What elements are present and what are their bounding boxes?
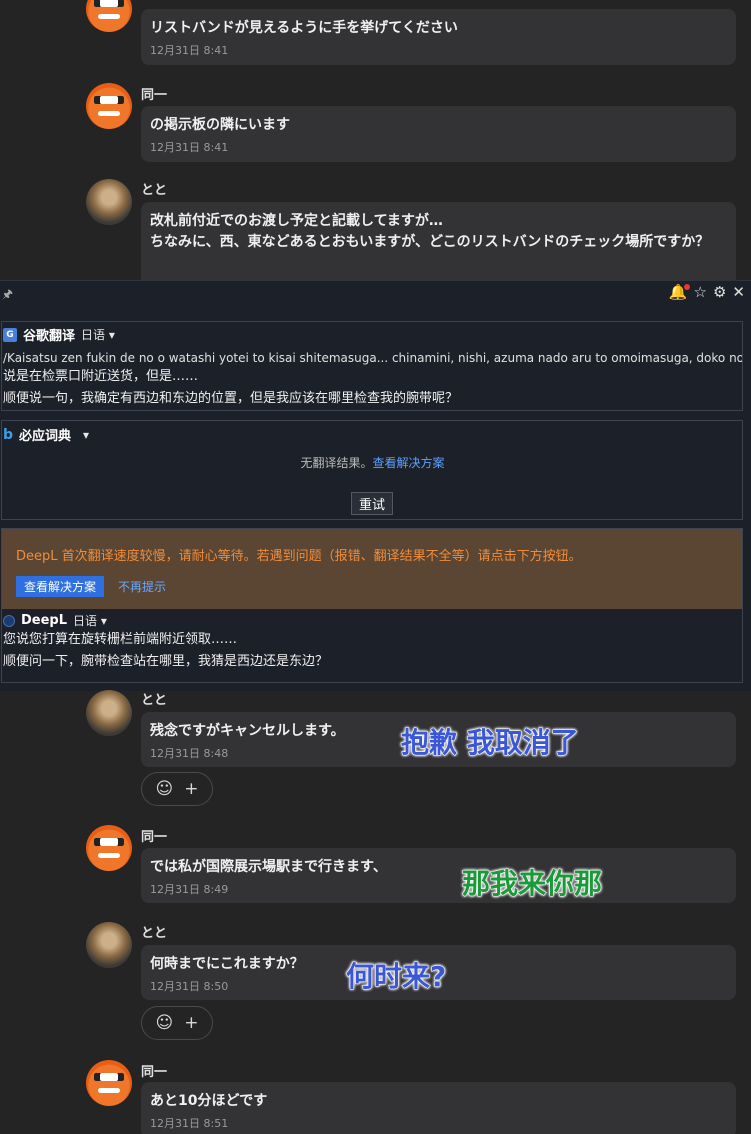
deepl-panel: DeepL 首次翻译速度较慢，请耐心等待。若遇到问题（报错、翻译结果不全等）请点… xyxy=(1,528,743,683)
add-reaction-icon[interactable]: + xyxy=(184,779,198,799)
add-reaction-icon[interactable]: + xyxy=(184,1013,198,1033)
romanization-text: /Kaisatsu zen fukin de no o watashi yote… xyxy=(3,351,742,365)
popup-toolbar: 🖈 🔔 ☆ ⚙ ✕ xyxy=(0,281,751,307)
deepl-notice-text: DeepL 首次翻译速度较慢，请耐心等待。若遇到问题（报错、翻译结果不全等）请点… xyxy=(16,549,582,564)
message-author[interactable]: 同一 xyxy=(141,84,167,103)
no-result-text: 无翻译结果。 xyxy=(300,456,373,470)
language-select[interactable]: 日语 ▾ xyxy=(81,326,115,343)
handwritten-annotation: 何时来? xyxy=(345,960,447,994)
message-text: の掲示板の隣にいます xyxy=(150,117,290,133)
avatar[interactable] xyxy=(86,922,132,968)
reaction-bar: ☺ + xyxy=(141,772,213,806)
reaction-bar: ☺ + xyxy=(141,1006,213,1040)
language-select[interactable]: 日语 ▾ xyxy=(73,612,107,629)
translation-line: 顺便问一下，腕带检查站在哪里，我猜是西边还是东边？ xyxy=(3,654,329,669)
deepl-icon xyxy=(3,614,15,627)
message-time: 12月31日 8:51 xyxy=(150,1117,229,1130)
pin-icon[interactable]: 🖈 xyxy=(2,285,13,306)
bing-dictionary-panel: b 必应词典 ▾ 无翻译结果。查看解决方案 重试 xyxy=(1,420,743,520)
translation-line: 顺便说一句，我确定有西边和东边的位置，但是我应该在哪里检查我的腕带呢？ xyxy=(3,391,459,406)
retry-button[interactable]: 重试 xyxy=(351,492,394,515)
message-time: 12月31日 8:49 xyxy=(150,883,229,896)
gear-icon[interactable]: ⚙ xyxy=(713,283,726,301)
avatar[interactable] xyxy=(86,83,132,129)
avatar[interactable] xyxy=(86,179,132,225)
message-bubble: 改札前付近でのお渡し予定と記載してますが… ちなみに、西、東などあるとおもいます… xyxy=(141,202,736,292)
message-bubble: リストバンドが見えるように手を挙げてください 12月31日 8:41 xyxy=(141,9,736,65)
message-author[interactable]: 同一 xyxy=(141,826,167,845)
handwritten-annotation: 抱歉 我取消了 xyxy=(401,726,580,760)
google-translate-icon: G xyxy=(3,327,17,342)
bell-icon[interactable]: 🔔 xyxy=(669,283,690,301)
message-author[interactable]: とと xyxy=(141,689,167,708)
bing-title: 必应词典 xyxy=(19,429,72,444)
chevron-down-icon[interactable]: ▾ xyxy=(83,428,89,442)
handwritten-annotation: 那我来你那 xyxy=(461,867,603,901)
google-translate-panel: G 谷歌翻译 日语 ▾ /Kaisatsu zen fukin de no o … xyxy=(1,321,743,411)
translation-line: 说是在检票口附近送货，但是…… xyxy=(3,369,199,384)
message-time: 12月31日 8:41 xyxy=(150,44,229,57)
dont-show-again-link[interactable]: 不再提示 xyxy=(118,578,166,595)
emoji-icon[interactable]: ☺ xyxy=(156,779,174,799)
avatar[interactable] xyxy=(86,0,132,32)
avatar[interactable] xyxy=(86,690,132,736)
avatar[interactable] xyxy=(86,825,132,871)
star-icon[interactable]: ☆ xyxy=(694,283,707,301)
translation-line: 您说您打算在旋转栅栏前端附近领取…… xyxy=(3,632,238,647)
message-author[interactable]: 同一 xyxy=(141,1061,167,1080)
message-text: あと10分ほどです xyxy=(150,1093,268,1109)
message-bubble: では私が国際展示場駅まで行きます、 12月31日 8:49 xyxy=(141,848,736,903)
translation-popup: 🖈 🔔 ☆ ⚙ ✕ G 谷歌翻译 日语 ▾ /Kaisatsu zen fuki… xyxy=(0,280,751,691)
google-translate-title: 谷歌翻译 xyxy=(23,329,76,344)
message-bubble: の掲示板の隣にいます 12月31日 8:41 xyxy=(141,106,736,162)
message-text: 改札前付近でのお渡し予定と記載してますが… ちなみに、西、東などあるとおもいます… xyxy=(150,213,710,250)
message-text: リストバンドが見えるように手を挙げてください xyxy=(150,20,458,36)
bing-icon: b xyxy=(3,426,14,443)
avatar[interactable] xyxy=(86,1060,132,1106)
view-solution-button[interactable]: 查看解决方案 xyxy=(16,576,105,597)
deepl-notice: DeepL 首次翻译速度较慢，请耐心等待。若遇到问题（报错、翻译结果不全等）请点… xyxy=(2,529,742,609)
close-icon[interactable]: ✕ xyxy=(732,283,745,301)
message-author[interactable]: とと xyxy=(141,922,167,941)
message-author[interactable]: とと xyxy=(141,179,167,198)
solution-link[interactable]: 查看解决方案 xyxy=(373,456,445,470)
message-bubble: あと10分ほどです 12月31日 8:51 xyxy=(141,1082,736,1134)
message-text: では私が国際展示場駅まで行きます、 xyxy=(150,859,387,875)
message-time: 12月31日 8:41 xyxy=(150,141,229,154)
emoji-icon[interactable]: ☺ xyxy=(156,1013,174,1033)
deepl-title: DeepL xyxy=(21,613,68,628)
